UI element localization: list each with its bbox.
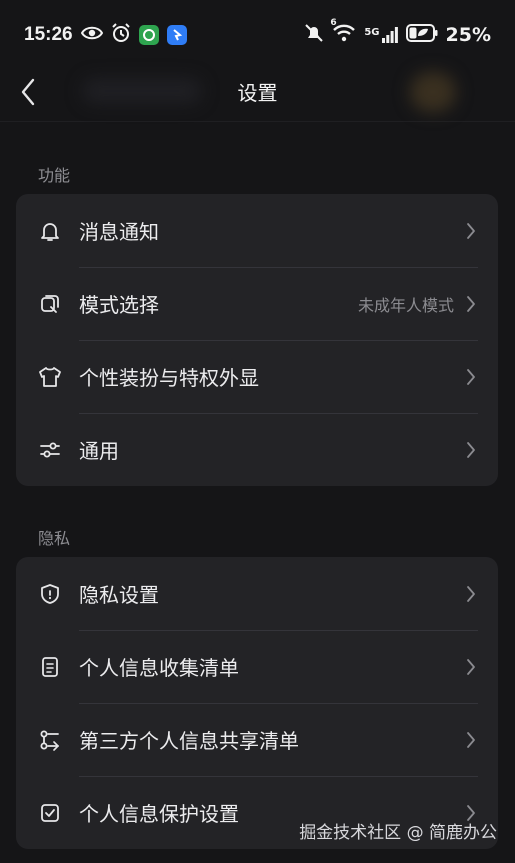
row-general[interactable]: 通用 xyxy=(16,413,498,486)
blurred-decoration xyxy=(82,78,202,104)
blurred-avatar xyxy=(410,72,456,112)
signal-icon: 5G xyxy=(364,27,398,43)
page-title: 设置 xyxy=(237,81,278,105)
row-mode-select[interactable]: 模式选择 未成年人模式 xyxy=(16,267,498,340)
row-label: 消息通知 xyxy=(79,220,159,244)
row-info-collection[interactable]: 个人信息收集清单 xyxy=(16,630,498,703)
row-label: 个人信息收集清单 xyxy=(79,656,239,680)
chevron-right-icon xyxy=(464,657,478,677)
share-icon xyxy=(38,728,62,752)
row-label: 模式选择 xyxy=(79,293,159,317)
shirt-icon xyxy=(38,365,62,389)
checkbox-icon xyxy=(38,801,62,825)
bell-icon xyxy=(38,219,62,243)
network-type: 5G xyxy=(364,27,380,38)
privacy-card: 隐私设置 个人信息收集清单 第三方个人信息共享清单 个人信息保护设置 xyxy=(16,557,498,849)
document-icon xyxy=(38,655,62,679)
app-green-icon xyxy=(138,25,159,45)
chevron-right-icon xyxy=(464,440,478,460)
battery-icon xyxy=(405,23,438,47)
row-label: 个性装扮与特权外显 xyxy=(79,366,259,390)
battery-percent: 25% xyxy=(445,24,491,46)
status-bar-right: 6 5G 25% xyxy=(304,18,491,48)
shield-icon xyxy=(38,582,62,606)
alarm-icon xyxy=(111,22,131,48)
status-bar: 15:26 6 5G 25% xyxy=(0,0,515,70)
row-value: 未成年人模式 xyxy=(357,295,454,315)
row-label: 隐私设置 xyxy=(79,583,159,607)
mode-switch-icon xyxy=(38,292,62,316)
watermark: 掘金技术社区 @ 简鹿办公 xyxy=(299,823,497,843)
row-label: 第三方个人信息共享清单 xyxy=(79,729,299,753)
row-personalization[interactable]: 个性装扮与特权外显 xyxy=(16,340,498,413)
chevron-right-icon xyxy=(464,294,478,314)
chevron-right-icon xyxy=(464,730,478,750)
section-label-features: 功能 xyxy=(38,166,71,185)
chevron-right-icon xyxy=(464,367,478,387)
row-third-party-sharing[interactable]: 第三方个人信息共享清单 xyxy=(16,703,498,776)
chevron-right-icon xyxy=(464,221,478,241)
row-privacy-settings[interactable]: 隐私设置 xyxy=(16,557,498,630)
section-label-privacy: 隐私 xyxy=(38,529,71,548)
row-label: 通用 xyxy=(79,439,119,463)
app-blue-icon xyxy=(166,25,187,45)
back-button[interactable] xyxy=(10,74,46,110)
chevron-left-icon xyxy=(21,78,35,106)
wifi-icon: 6 xyxy=(330,18,356,47)
features-card: 消息通知 模式选择 未成年人模式 个性装扮与特权外显 通用 xyxy=(16,194,498,486)
wifi-badge: 6 xyxy=(330,17,337,28)
eye-icon xyxy=(80,24,103,46)
row-notifications[interactable]: 消息通知 xyxy=(16,194,498,267)
sliders-icon xyxy=(38,438,62,462)
status-time: 15:26 xyxy=(24,24,73,45)
chevron-right-icon xyxy=(464,584,478,604)
nav-bar: 设置 xyxy=(0,62,515,122)
status-bar-left: 15:26 xyxy=(24,22,187,48)
mute-bell-icon xyxy=(304,23,324,48)
